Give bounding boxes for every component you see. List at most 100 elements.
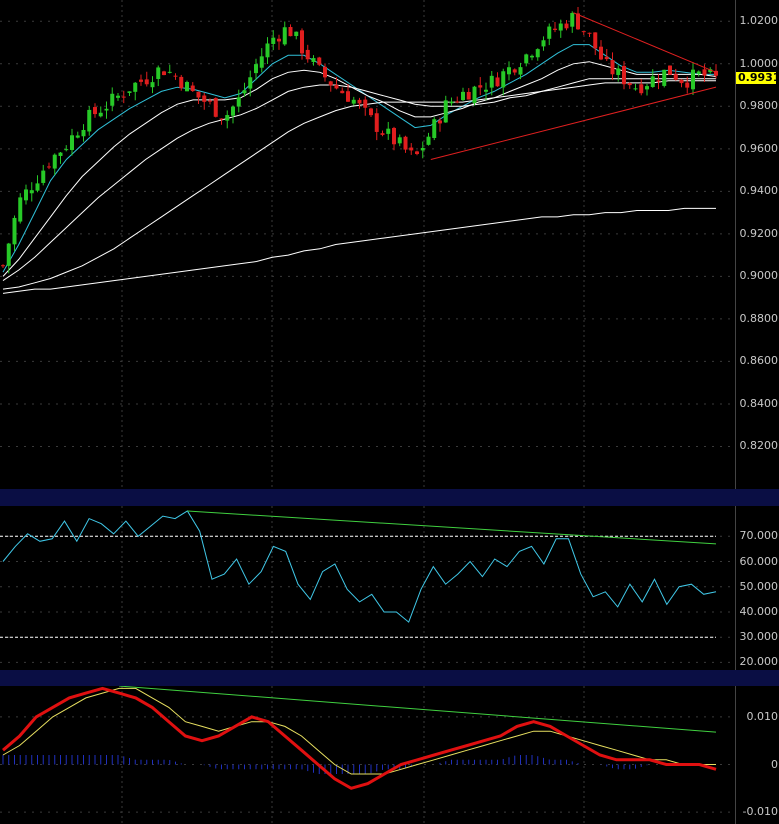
bullish-candle — [426, 136, 431, 145]
bullish-candle — [98, 112, 103, 117]
rsi-axis[interactable]: 70.000 60.000 50.000 40.000 30.000 20.000 — [735, 506, 779, 670]
bullish-candle — [133, 82, 138, 92]
y-tick-label: -0.010 — [742, 805, 778, 819]
bearish-candle — [179, 76, 184, 89]
bullish-candle — [616, 68, 621, 75]
bearish-candle — [202, 95, 207, 102]
bullish-candle — [167, 71, 172, 73]
bearish-candle — [409, 147, 414, 151]
bullish-candle — [6, 243, 11, 266]
bullish-candle — [432, 119, 437, 139]
bearish-candle — [656, 80, 661, 82]
bullish-candle — [294, 31, 299, 37]
bullish-candle — [541, 40, 546, 47]
bullish-candle — [547, 26, 552, 39]
bearish-candle — [610, 60, 615, 75]
bullish-candle — [259, 56, 264, 68]
bullish-candle — [570, 13, 575, 27]
y-tick-label: 30.000 — [739, 630, 779, 644]
y-tick-label: 1.0000 — [739, 56, 779, 70]
bullish-candle — [81, 129, 86, 137]
bullish-candle — [271, 37, 276, 44]
bearish-candle — [438, 120, 442, 124]
y-tick-label: 50.000 — [739, 579, 779, 593]
bearish-candle — [213, 98, 218, 117]
bearish-candle — [334, 84, 339, 89]
rsi-chart[interactable] — [0, 506, 735, 670]
bearish-candle — [190, 85, 195, 92]
bullish-candle — [518, 67, 523, 75]
y-tick-label: 0.9800 — [739, 99, 779, 113]
bearish-candle — [455, 101, 460, 103]
bearish-candle — [305, 49, 310, 60]
bullish-candle — [156, 67, 161, 79]
price-chart[interactable] — [0, 0, 735, 489]
bullish-candle — [231, 106, 235, 116]
bullish-candle — [254, 64, 258, 74]
moving-average-line — [2, 78, 716, 282]
pane-separator-macd[interactable] — [0, 670, 779, 686]
bullish-candle — [351, 99, 356, 104]
macd-axis[interactable]: 0.010 0 -0.010 — [735, 686, 779, 824]
bearish-candle — [403, 136, 408, 150]
bullish-candle — [489, 75, 494, 88]
bullish-candle — [420, 147, 425, 151]
y-tick-label: 1.0200 — [739, 14, 779, 28]
bearish-candle — [495, 77, 500, 87]
macd-chart[interactable] — [0, 686, 735, 824]
last-price-tag: 0.9931 — [736, 71, 779, 85]
trading-chart-window: 1.0200 1.0000 0.9800 0.9600 0.9400 0.9200 0.90… — [0, 0, 779, 824]
bearish-candle — [1, 265, 5, 267]
bearish-candle — [599, 46, 603, 60]
bearish-candle — [593, 32, 598, 49]
bullish-candle — [650, 76, 655, 87]
bullish-candle — [225, 115, 230, 121]
bearish-candle — [392, 127, 396, 145]
bullish-candle — [18, 197, 23, 222]
bearish-candle — [415, 151, 419, 155]
price-pane[interactable] — [0, 0, 735, 489]
bullish-candle — [110, 93, 115, 106]
bearish-candle — [219, 118, 224, 120]
bearish-candle — [47, 166, 51, 168]
bearish-candle — [581, 31, 586, 33]
y-tick-label: 60.000 — [739, 554, 779, 568]
y-tick-label: 0 — [771, 757, 778, 771]
bullish-candle — [449, 101, 454, 104]
bearish-candle — [478, 85, 483, 88]
bearish-candle — [340, 90, 345, 94]
bearish-candle — [346, 91, 350, 102]
y-tick-label: 0.9600 — [739, 141, 779, 155]
bullish-candle — [12, 217, 17, 245]
bullish-candle — [662, 69, 667, 86]
bearish-candle — [564, 23, 569, 29]
bearish-candle — [679, 79, 684, 84]
bearish-candle — [604, 56, 609, 60]
macd-signal-line — [2, 687, 716, 775]
y-tick-label: 20.000 — [739, 655, 779, 669]
bullish-candle — [530, 55, 534, 58]
rsi-pane[interactable] — [0, 506, 735, 670]
bullish-candle — [248, 77, 253, 89]
y-tick-label: 0.8600 — [739, 354, 779, 368]
bearish-candle — [121, 96, 126, 98]
macd-pane[interactable] — [0, 686, 735, 824]
bearish-candle — [668, 65, 672, 75]
bearish-candle — [466, 91, 471, 100]
bearish-candle — [93, 107, 97, 115]
bullish-candle — [484, 89, 488, 92]
pane-separator-rsi[interactable] — [0, 489, 779, 506]
bullish-candle — [696, 71, 701, 74]
bearish-candle — [512, 69, 517, 73]
bullish-candle — [70, 135, 74, 150]
bearish-candle — [300, 30, 304, 54]
bearish-candle — [587, 32, 592, 34]
bullish-candle — [24, 189, 28, 201]
bullish-candle — [558, 23, 563, 31]
bearish-candle — [162, 71, 166, 76]
bullish-candle — [185, 82, 189, 92]
bullish-candle — [691, 69, 695, 90]
y-tick-label: 0.9400 — [739, 184, 779, 198]
bullish-candle — [645, 86, 649, 90]
y-tick-label: 0.010 — [746, 709, 779, 723]
